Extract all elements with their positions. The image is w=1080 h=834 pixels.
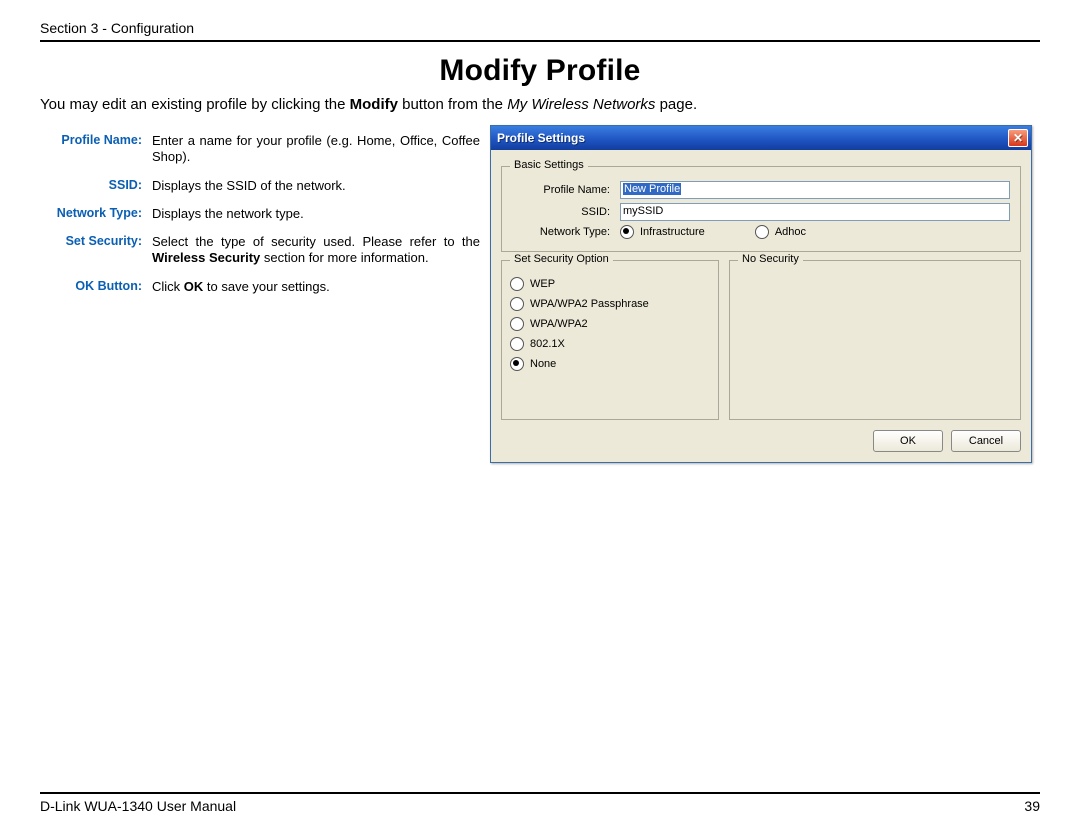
profile-settings-dialog: Profile Settings ✕ Basic Settings Profil… — [490, 125, 1032, 463]
def-label-network-type: Network Type: — [40, 206, 146, 220]
profile-name-input[interactable]: New Profile — [620, 181, 1010, 199]
intro-text: You may edit an existing profile by clic… — [40, 96, 1040, 113]
def-label-set-security: Set Security: — [40, 234, 146, 248]
security-legend: Set Security Option — [510, 253, 613, 265]
section-header: Section 3 - Configuration — [40, 20, 1040, 42]
radio-icon — [510, 357, 524, 371]
page-number: 39 — [1024, 798, 1040, 814]
dialog-titlebar: Profile Settings ✕ — [491, 126, 1031, 150]
no-security-group: No Security — [729, 260, 1021, 420]
def-text-set-security: Select the type of security used. Please… — [146, 234, 480, 267]
radio-icon — [620, 225, 634, 239]
none-radio[interactable]: None — [510, 357, 710, 371]
wpa-passphrase-radio[interactable]: WPA/WPA2 Passphrase — [510, 297, 710, 311]
wpa-radio[interactable]: WPA/WPA2 — [510, 317, 710, 331]
radio-icon — [510, 277, 524, 291]
page-title: Modify Profile — [40, 54, 1040, 88]
network-type-label: Network Type: — [510, 226, 620, 238]
basic-settings-legend: Basic Settings — [510, 159, 588, 171]
def-label-profile-name: Profile Name: — [40, 133, 146, 147]
wep-radio[interactable]: WEP — [510, 277, 710, 291]
ssid-label: SSID: — [510, 206, 620, 218]
radio-icon — [510, 337, 524, 351]
close-icon[interactable]: ✕ — [1008, 129, 1028, 147]
ssid-input[interactable]: mySSID — [620, 203, 1010, 221]
8021x-radio[interactable]: 802.1X — [510, 337, 710, 351]
security-option-group: Set Security Option WEP WPA/WPA2 Passphr… — [501, 260, 719, 420]
no-security-legend: No Security — [738, 253, 803, 265]
def-label-ok-button: OK Button: — [40, 279, 146, 293]
cancel-button[interactable]: Cancel — [951, 430, 1021, 452]
definitions-list: Profile Name: Enter a name for your prof… — [40, 133, 480, 463]
def-text-profile-name: Enter a name for your profile (e.g. Home… — [146, 133, 480, 166]
def-text-ok-button: Click OK to save your settings. — [146, 279, 480, 295]
radio-icon — [510, 297, 524, 311]
radio-icon — [755, 225, 769, 239]
adhoc-radio[interactable]: Adhoc — [755, 225, 806, 239]
basic-settings-group: Basic Settings Profile Name: New Profile… — [501, 166, 1021, 252]
def-text-ssid: Displays the SSID of the network. — [146, 178, 480, 194]
infrastructure-radio[interactable]: Infrastructure — [620, 225, 705, 239]
dialog-title: Profile Settings — [497, 131, 585, 145]
footer-left: D-Link WUA-1340 User Manual — [40, 798, 236, 814]
radio-icon — [510, 317, 524, 331]
def-text-network-type: Displays the network type. — [146, 206, 480, 222]
profile-name-label: Profile Name: — [510, 184, 620, 196]
def-label-ssid: SSID: — [40, 178, 146, 192]
ok-button[interactable]: OK — [873, 430, 943, 452]
